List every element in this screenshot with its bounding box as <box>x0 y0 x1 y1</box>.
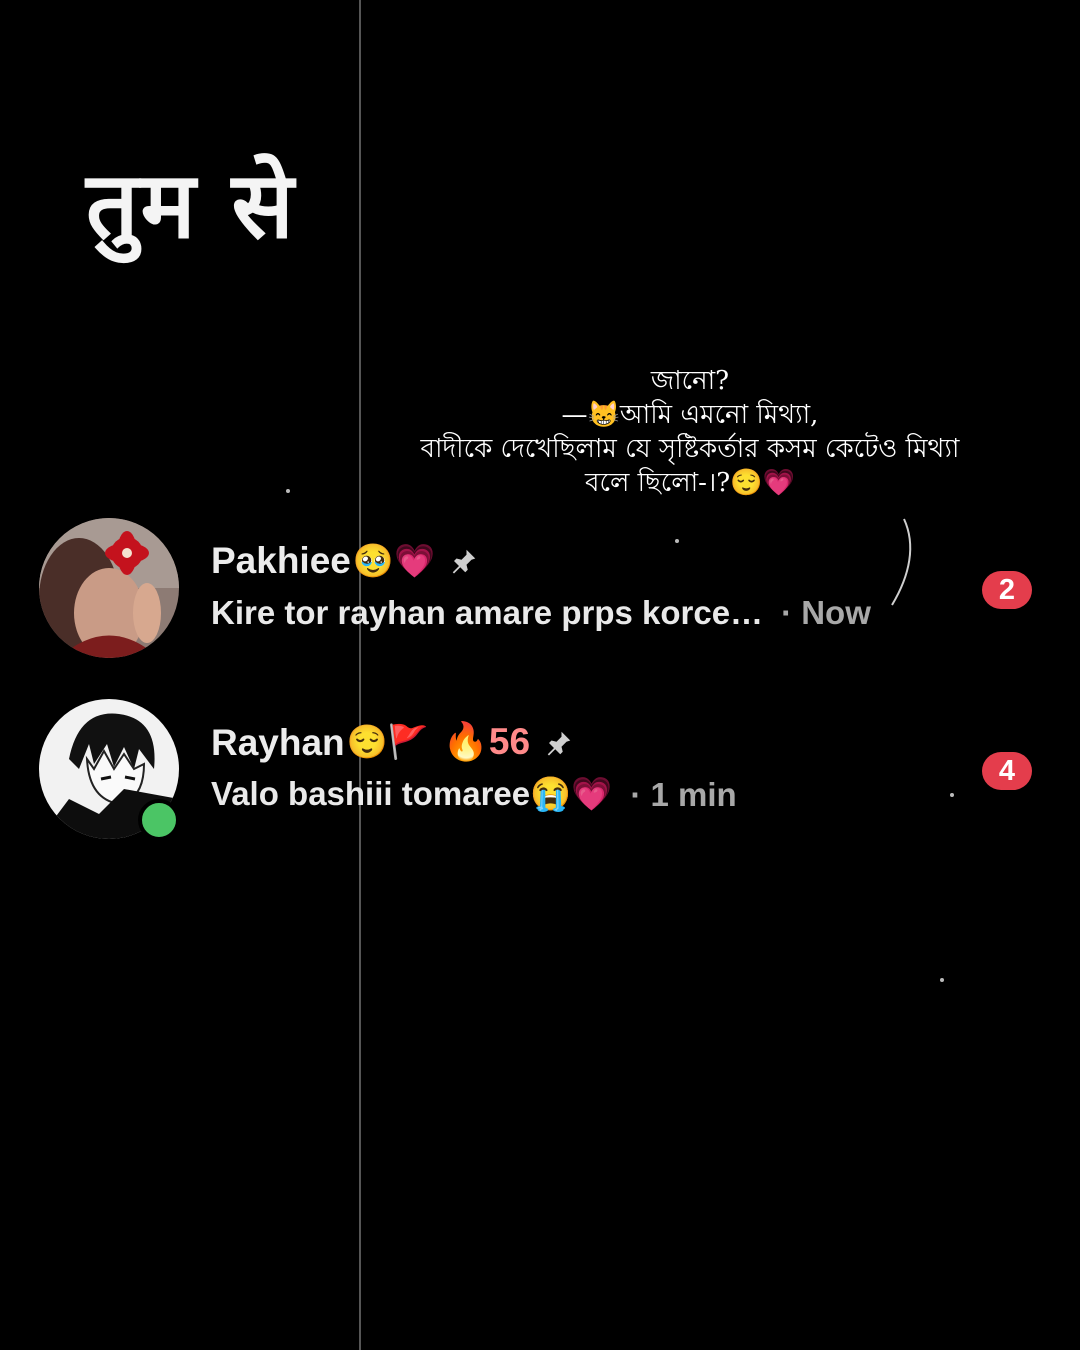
unread-badge: 2 <box>982 571 1032 609</box>
chat-header: Rayhan 😌🚩 🔥56 <box>211 721 574 764</box>
divider-line <box>359 0 361 1350</box>
unread-badge: 4 <box>982 752 1032 790</box>
quote-line: বাদীকে দেখেছিলাম যে সৃষ্টিকর্তার কসম কেট… <box>420 434 960 464</box>
name-emojis: 🥹💗 <box>352 541 436 579</box>
quote-line: জানো? <box>650 366 730 396</box>
avatar[interactable] <box>39 518 179 658</box>
message-preview-row: Kire tor rayhan amare prps korce… · Now <box>211 594 871 632</box>
quote-line: —😸আমি এমনো মিথ্যা, <box>561 400 819 430</box>
online-indicator <box>138 799 180 841</box>
pin-icon <box>452 549 476 574</box>
chat-row[interactable]: Pakhiee 🥹💗 Kire tor rayhan amare prps ko… <box>0 518 1080 668</box>
streak-count: 🔥56 <box>442 721 531 762</box>
contact-name: Pakhiee <box>211 540 351 581</box>
quote-text: জানো? —😸আমি এমনো মিথ্যা, বাদীকে দেখেছিলা… <box>400 364 980 500</box>
sparkle-dot <box>940 978 944 982</box>
overlay-title: तुम से <box>86 152 296 259</box>
message-preview-row: Valo bashiii tomaree😭💗 · 1 min <box>211 775 737 814</box>
chat-header: Pakhiee 🥹💗 <box>211 540 479 582</box>
name-emojis: 😌🚩 <box>346 723 429 760</box>
sparkle-dot <box>286 489 290 493</box>
profile-photo-icon <box>39 518 179 658</box>
chat-row[interactable]: Rayhan 😌🚩 🔥56 Valo bashiii tomaree😭💗 · 1… <box>0 699 1080 849</box>
pin-icon <box>547 731 571 755</box>
message-preview: Valo bashiii tomaree😭💗 <box>211 775 613 812</box>
timestamp: · 1 min <box>630 775 737 813</box>
contact-name: Rayhan <box>211 721 345 763</box>
message-preview: Kire tor rayhan amare prps korce… <box>211 594 764 631</box>
quote-line: বলে ছিলো-।?😌💗 <box>585 468 795 498</box>
timestamp: · Now <box>781 594 871 631</box>
